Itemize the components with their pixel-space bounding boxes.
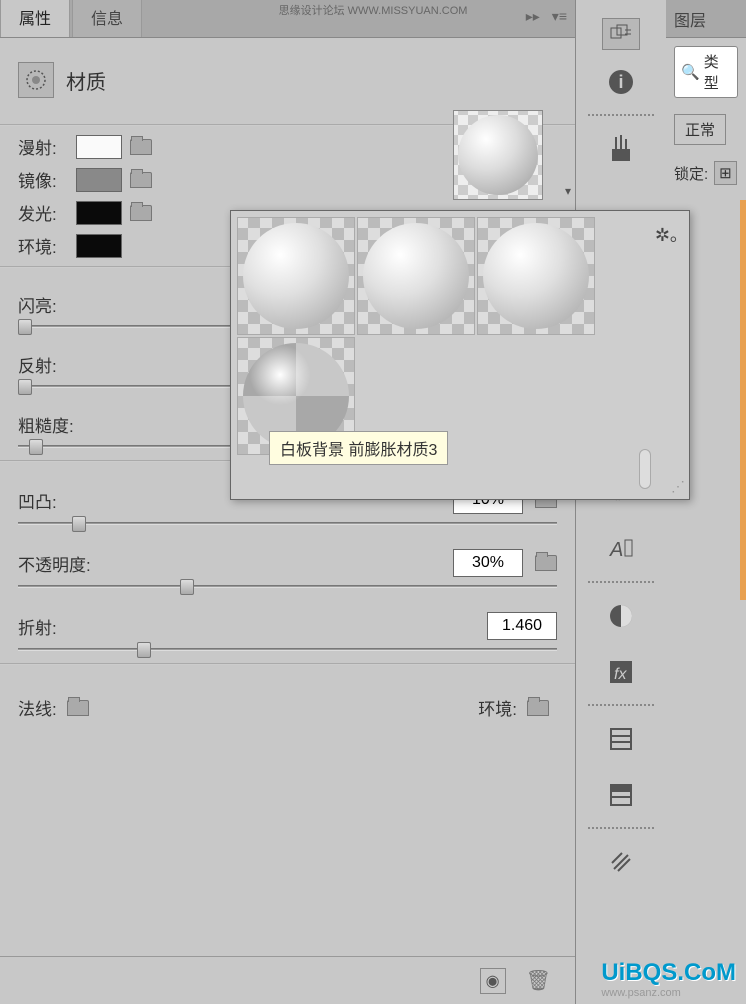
- specular-folder-icon[interactable]: [130, 172, 152, 188]
- search-icon: 🔍: [681, 63, 700, 81]
- glow-label: 发光:: [18, 200, 68, 225]
- panel-menu-icon[interactable]: ▾≡: [552, 8, 567, 25]
- ambient-swatch[interactable]: [76, 234, 122, 258]
- material-picker-popup: ✲｡ 白板背景 前膨胀材质3 ⋰: [230, 210, 690, 500]
- specular-label: 镜像:: [18, 167, 68, 192]
- glow-swatch[interactable]: [76, 201, 122, 225]
- styles-panel-icon[interactable]: fx: [597, 648, 645, 696]
- brushes-panel-icon[interactable]: [597, 125, 645, 173]
- info-panel-icon[interactable]: i: [597, 58, 645, 106]
- glow-folder-icon[interactable]: [130, 205, 152, 221]
- layer-content-edge: [740, 200, 746, 600]
- svg-text:A: A: [609, 539, 623, 561]
- panel-title: 材质: [66, 66, 106, 95]
- layers-tab[interactable]: 图层: [666, 0, 746, 38]
- material-preset-3[interactable]: [477, 217, 595, 335]
- render-setting-icon[interactable]: ◉: [480, 968, 506, 994]
- layer-filter-search[interactable]: 🔍 类型: [674, 46, 738, 98]
- popup-scrollbar[interactable]: [639, 449, 651, 489]
- channels-panel-icon[interactable]: [597, 771, 645, 819]
- bump-label: 凹凸:: [18, 488, 108, 513]
- refract-label: 折射:: [18, 614, 108, 639]
- lock-label: 锁定:: [674, 163, 708, 184]
- opacity-slider[interactable]: [18, 585, 557, 588]
- material-tooltip: 白板背景 前膨胀材质3: [269, 431, 448, 465]
- 3d-panel-icon[interactable]: [602, 18, 640, 50]
- thumbnail-dropdown-icon[interactable]: ▾: [565, 184, 571, 198]
- tab-info[interactable]: 信息: [72, 0, 142, 37]
- character-panel-icon[interactable]: A: [597, 525, 645, 573]
- popup-settings-icon[interactable]: ✲｡: [655, 221, 679, 247]
- properties-panel: 属性 信息 ▸▸ ▾≡ 材质 漫射: 镜像: 发光:: [0, 0, 576, 1004]
- svg-text:i: i: [618, 72, 623, 92]
- popup-resize-icon[interactable]: ⋰: [671, 478, 685, 495]
- blend-mode-select[interactable]: 正常: [674, 114, 726, 145]
- diffuse-swatch[interactable]: [76, 135, 122, 159]
- material-preset-1[interactable]: [237, 217, 355, 335]
- env-folder-icon[interactable]: [527, 700, 549, 716]
- watermark-top: 思缘设计论坛 WWW.MISSYUAN.COM: [279, 2, 468, 18]
- tools-panel-icon[interactable]: [597, 838, 645, 886]
- layers-panel: 图层 🔍 类型 正常 锁定: ⊞: [666, 0, 746, 1004]
- collapse-icon[interactable]: ▸▸: [526, 8, 540, 25]
- diffuse-label: 漫射:: [18, 134, 68, 159]
- svg-text:fx: fx: [614, 666, 627, 683]
- material-thumbnail[interactable]: ▾: [453, 110, 557, 200]
- adjustments-panel-icon[interactable]: [597, 592, 645, 640]
- panel-header: 材质: [18, 50, 557, 116]
- refract-input[interactable]: [487, 612, 557, 640]
- panel-footer: ◉ 🗑: [0, 956, 575, 1004]
- layers-panel-icon[interactable]: [597, 715, 645, 763]
- normal-folder-icon[interactable]: [67, 700, 89, 716]
- watermark-bottom: UiBQS.CoM www.psanz.com: [601, 959, 736, 999]
- opacity-folder-icon[interactable]: [535, 555, 557, 571]
- docked-panels-bar: i ¶ A fx: [576, 0, 666, 1004]
- bump-slider[interactable]: [18, 522, 557, 525]
- specular-swatch[interactable]: [76, 168, 122, 192]
- env-label: 环境:: [478, 695, 517, 720]
- normal-label: 法线:: [18, 695, 57, 720]
- opacity-input[interactable]: [453, 549, 523, 577]
- refract-slider[interactable]: [18, 648, 557, 651]
- trash-icon[interactable]: 🗑: [526, 968, 551, 993]
- ambient-label: 环境:: [18, 233, 68, 258]
- material-icon: [18, 62, 54, 98]
- material-preset-2[interactable]: [357, 217, 475, 335]
- lock-icons[interactable]: ⊞: [714, 161, 737, 185]
- opacity-label: 不透明度:: [18, 551, 108, 576]
- tab-properties[interactable]: 属性: [0, 0, 70, 37]
- diffuse-folder-icon[interactable]: [130, 139, 152, 155]
